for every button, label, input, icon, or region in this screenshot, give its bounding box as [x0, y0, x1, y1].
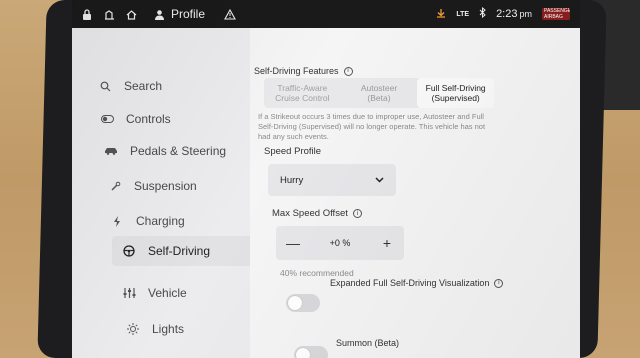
sidebar-item-label: Search	[124, 79, 163, 93]
summon-toggle-label: Summon (Beta)	[336, 338, 400, 348]
mode-traffic-aware-cruise-control[interactable]: Traffic-Aware Cruise Control	[264, 78, 341, 108]
toggle-knob	[288, 296, 302, 310]
mode-label-line1: Full Self-Driving	[425, 83, 486, 93]
sidebar-item-label: Suspension	[134, 179, 197, 193]
sidebar-item-label: Controls	[126, 112, 171, 126]
max-speed-offset-label: Max Speed Offset i	[272, 208, 362, 219]
alert-icon[interactable]	[223, 7, 237, 21]
bolt-icon	[110, 214, 124, 228]
sentry-icon[interactable]	[102, 7, 116, 21]
sun-icon	[126, 322, 140, 336]
mode-label-line1: Autosteer	[360, 83, 398, 93]
chevron-down-icon	[375, 175, 384, 186]
sidebar-item-label: Lights	[152, 322, 185, 336]
person-icon	[152, 7, 166, 21]
mode-autosteer[interactable]: Autosteer (Beta)	[341, 78, 418, 108]
sliders-icon	[122, 286, 136, 300]
sidebar-item-pedals-steering[interactable]: Pedals & Steering	[104, 136, 254, 166]
profile-label: Profile	[171, 7, 206, 21]
steering-wheel-icon	[122, 244, 136, 258]
sidebar-item-label: Self-Driving	[148, 244, 211, 258]
offset-recommendation: 40% recommended	[280, 268, 354, 278]
status-bar: Profile LTE 2:23 pm PASSENGER AIRBAG ON	[72, 0, 580, 28]
clock-ampm: pm	[519, 9, 532, 19]
speed-profile-value: Hurry	[280, 174, 304, 186]
mode-label-line2: (Supervised)	[431, 93, 480, 103]
visualization-toggle-label: Expanded Full Self-Driving Visualization…	[330, 278, 504, 288]
touchscreen: Profile LTE 2:23 pm PASSENGER AIRBAG ON …	[72, 0, 580, 358]
passenger-airbag-badge: PASSENGER AIRBAG ON	[542, 8, 570, 20]
lock-icon[interactable]	[80, 7, 94, 21]
lte-indicator: LTE	[456, 10, 470, 18]
download-icon[interactable]	[436, 8, 446, 21]
decrease-offset-button[interactable]: —	[286, 235, 300, 251]
max-speed-offset-stepper: — +0 % +	[276, 226, 404, 260]
sidebar-item-controls[interactable]: Controls	[100, 104, 250, 134]
sidebar-item-charging[interactable]: Charging	[110, 206, 260, 236]
clock-time: 2:23	[496, 8, 518, 20]
home-link-icon[interactable]	[124, 7, 138, 21]
info-icon[interactable]: i	[494, 278, 504, 288]
info-icon[interactable]: i	[343, 66, 353, 76]
sidebar-item-search[interactable]: Search	[98, 71, 248, 101]
info-icon[interactable]: i	[352, 209, 362, 218]
section-title: Self-Driving Features i	[254, 66, 353, 76]
search-icon	[98, 79, 112, 93]
speed-profile-label: Speed Profile	[264, 146, 322, 157]
car-icon	[104, 144, 118, 158]
self-driving-mode-selector: Traffic-Aware Cruise Control Autosteer (Be…	[264, 78, 495, 108]
status-bar-right: LTE 2:23 pm PASSENGER AIRBAG ON	[436, 6, 580, 21]
sidebar-item-label: Charging	[136, 214, 185, 228]
settings-sidebar: Search Controls Pedals & Steering Suspen…	[72, 28, 254, 358]
summon-toggle[interactable]	[294, 346, 328, 358]
visualization-toggle-text: Expanded Full Self-Driving Visualization	[330, 278, 490, 288]
mode-full-self-driving[interactable]: Full Self-Driving (Supervised)	[417, 78, 495, 108]
speed-profile-dropdown[interactable]: Hurry	[268, 164, 396, 196]
sidebar-item-suspension[interactable]: Suspension	[108, 171, 258, 201]
sidebar-item-label: Pedals & Steering	[130, 144, 227, 158]
mode-label-line1: Traffic-Aware	[277, 83, 328, 93]
visualization-toggle[interactable]	[286, 294, 320, 312]
sidebar-item-self-driving[interactable]: Self-Driving	[112, 236, 254, 266]
max-speed-offset-text: Max Speed Offset	[272, 208, 348, 219]
settings-panel: Self-Driving Features i Traffic-Aware Cru…	[250, 28, 580, 358]
toggle-knob	[296, 348, 310, 358]
profile-button[interactable]: Profile	[152, 7, 205, 21]
mode-label-line2: (Beta)	[367, 93, 391, 103]
strikeout-warning: If a Strikeout occurs 3 times due to imp…	[258, 112, 486, 141]
section-title-text: Self-Driving Features	[254, 66, 339, 76]
increase-offset-button[interactable]: +	[380, 235, 394, 251]
wrench-icon	[108, 179, 122, 193]
toggle-icon	[100, 112, 114, 126]
mode-label-line2: Cruise Control	[275, 93, 330, 103]
sidebar-item-label: Vehicle	[148, 286, 187, 300]
offset-value: +0 %	[329, 238, 351, 248]
bluetooth-icon[interactable]	[479, 6, 486, 21]
